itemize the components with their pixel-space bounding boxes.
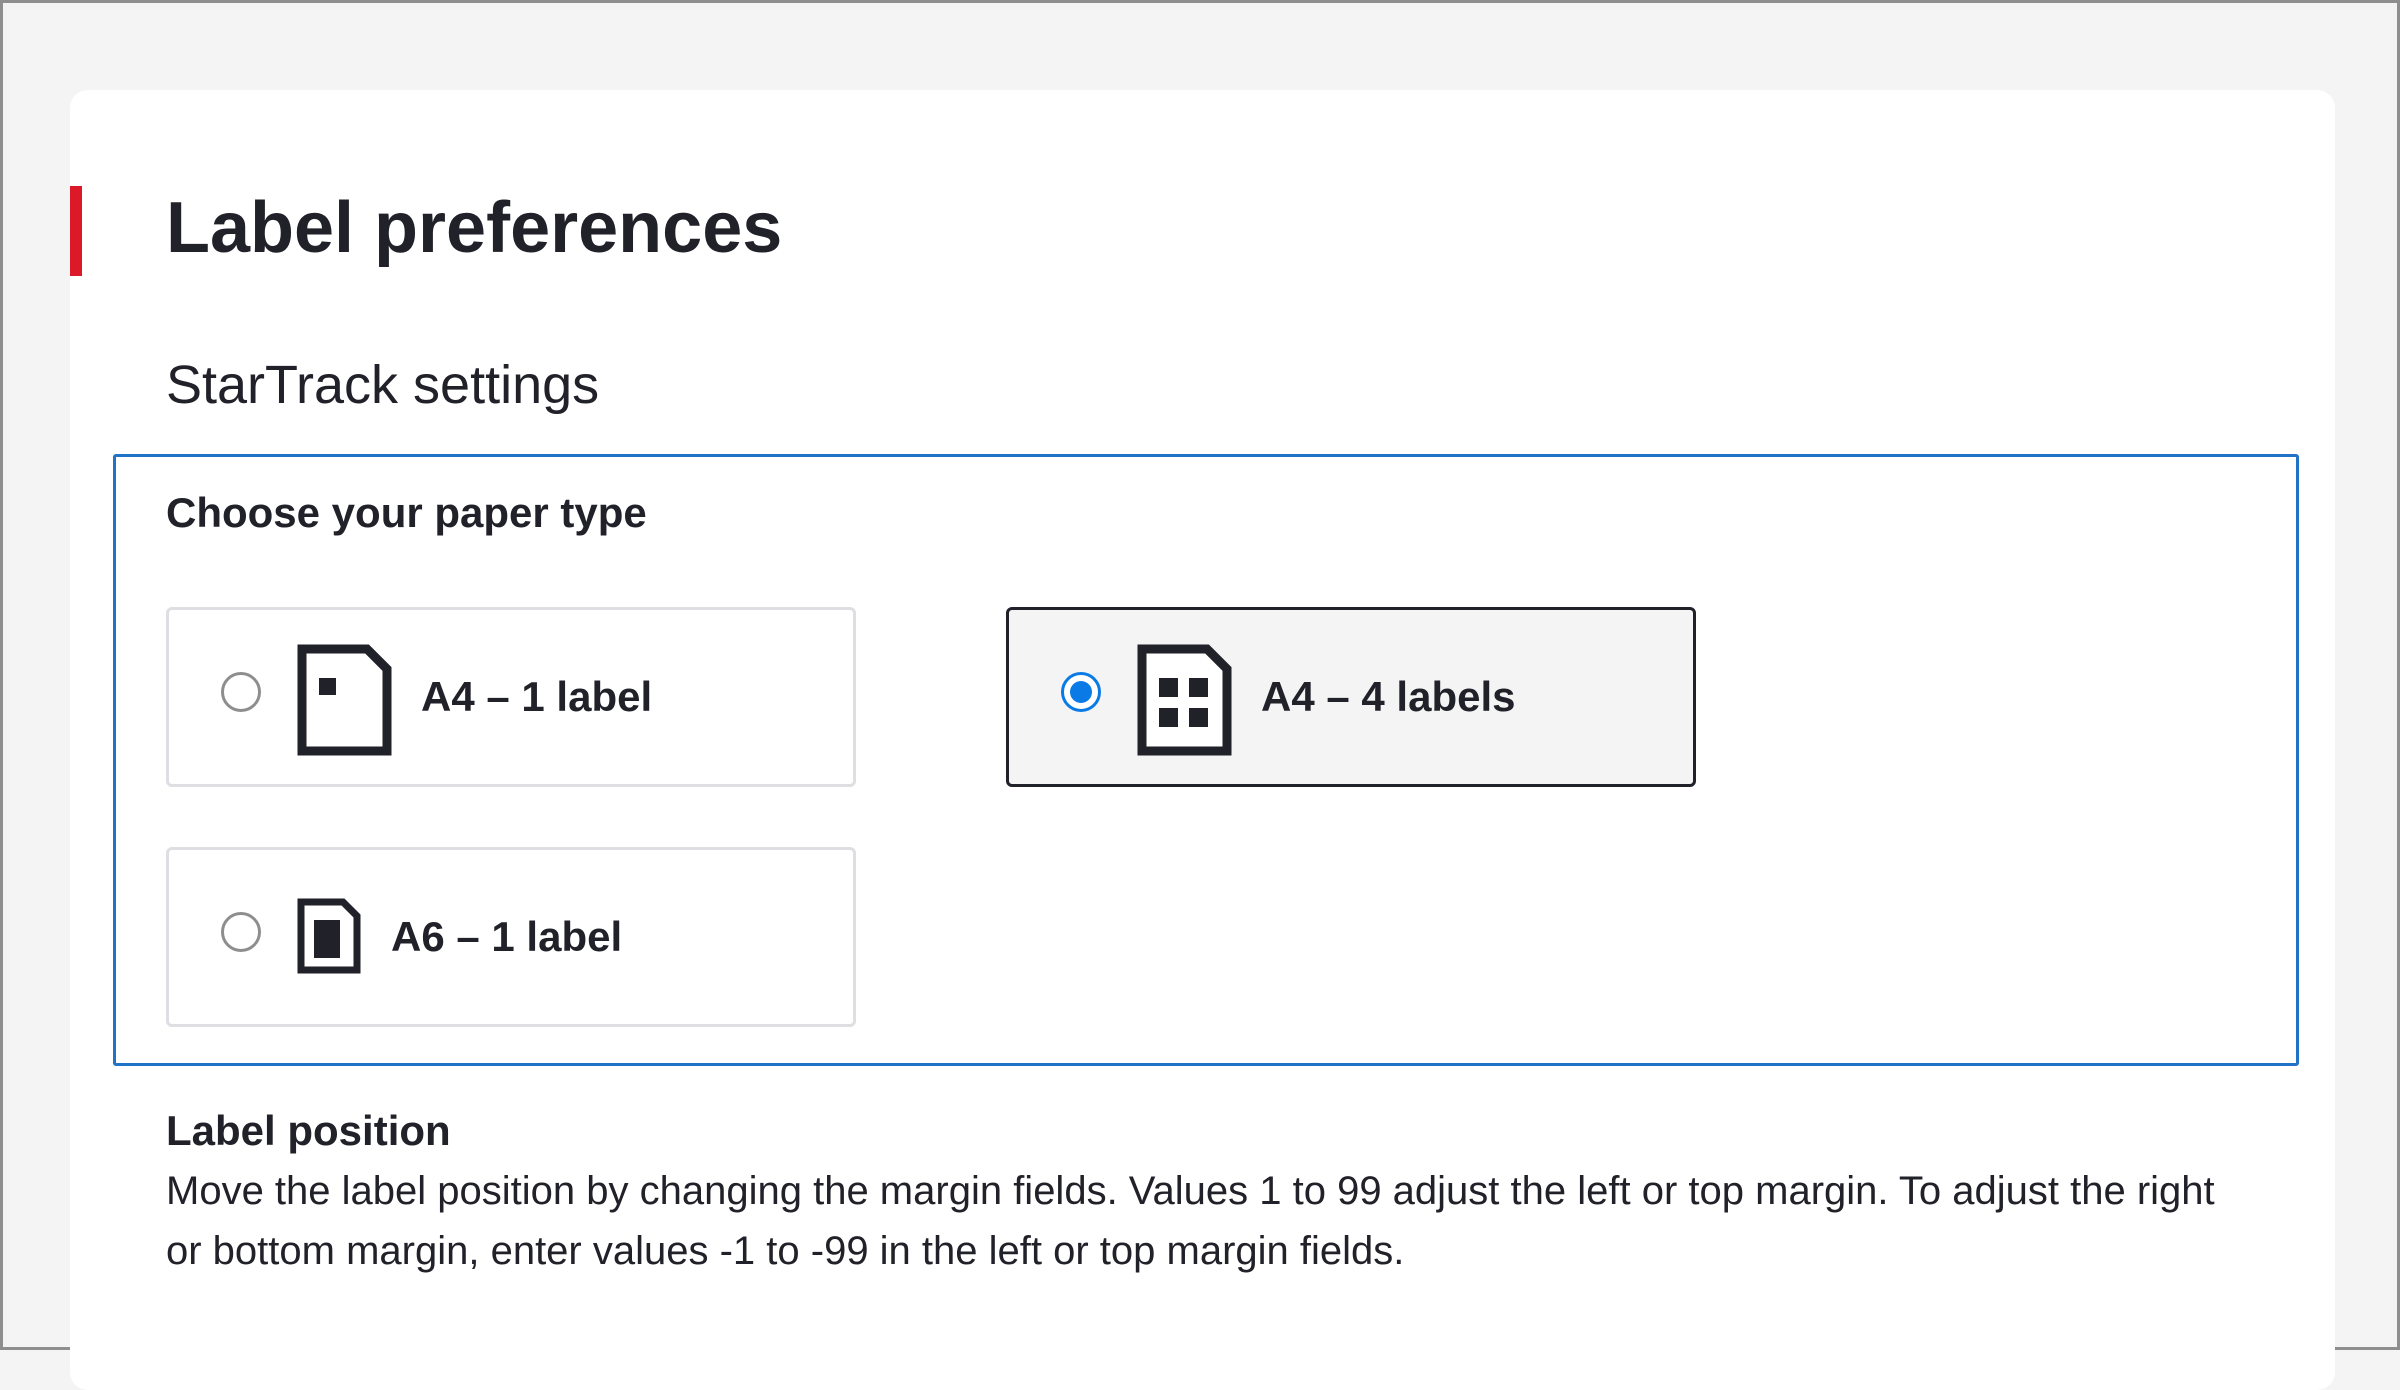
title-accent-bar: [70, 186, 82, 276]
label-position-description: Move the label position by changing the …: [166, 1169, 2215, 1273]
radio-a4-1-label[interactable]: [221, 672, 261, 712]
label-position-heading: Label position: [166, 1107, 451, 1154]
a4-four-labels-icon: [1137, 644, 1232, 761]
page-frame: Label preferences StarTrack settings Cho…: [0, 0, 2400, 1390]
section-title: StarTrack settings: [166, 355, 600, 415]
paper-option-a6-1-label[interactable]: A6 – 1 label: [166, 847, 856, 1027]
radio-a6-1-label[interactable]: [221, 912, 261, 952]
paper-option-a4-1-label[interactable]: A4 – 1 label: [166, 607, 856, 787]
paper-option-label: A4 – 4 labels: [1261, 673, 1516, 720]
page-title: Label preferences: [166, 188, 783, 268]
paper-option-a4-4-labels[interactable]: A4 – 4 labels: [1006, 607, 1696, 787]
paper-option-label: A6 – 1 label: [391, 913, 623, 960]
radio-a4-4-labels[interactable]: [1061, 672, 1101, 712]
a4-single-label-icon: [297, 644, 392, 761]
paper-type-legend: Choose your paper type: [166, 489, 647, 536]
a6-single-label-icon: [297, 898, 361, 979]
paper-option-label: A4 – 1 label: [421, 673, 653, 720]
